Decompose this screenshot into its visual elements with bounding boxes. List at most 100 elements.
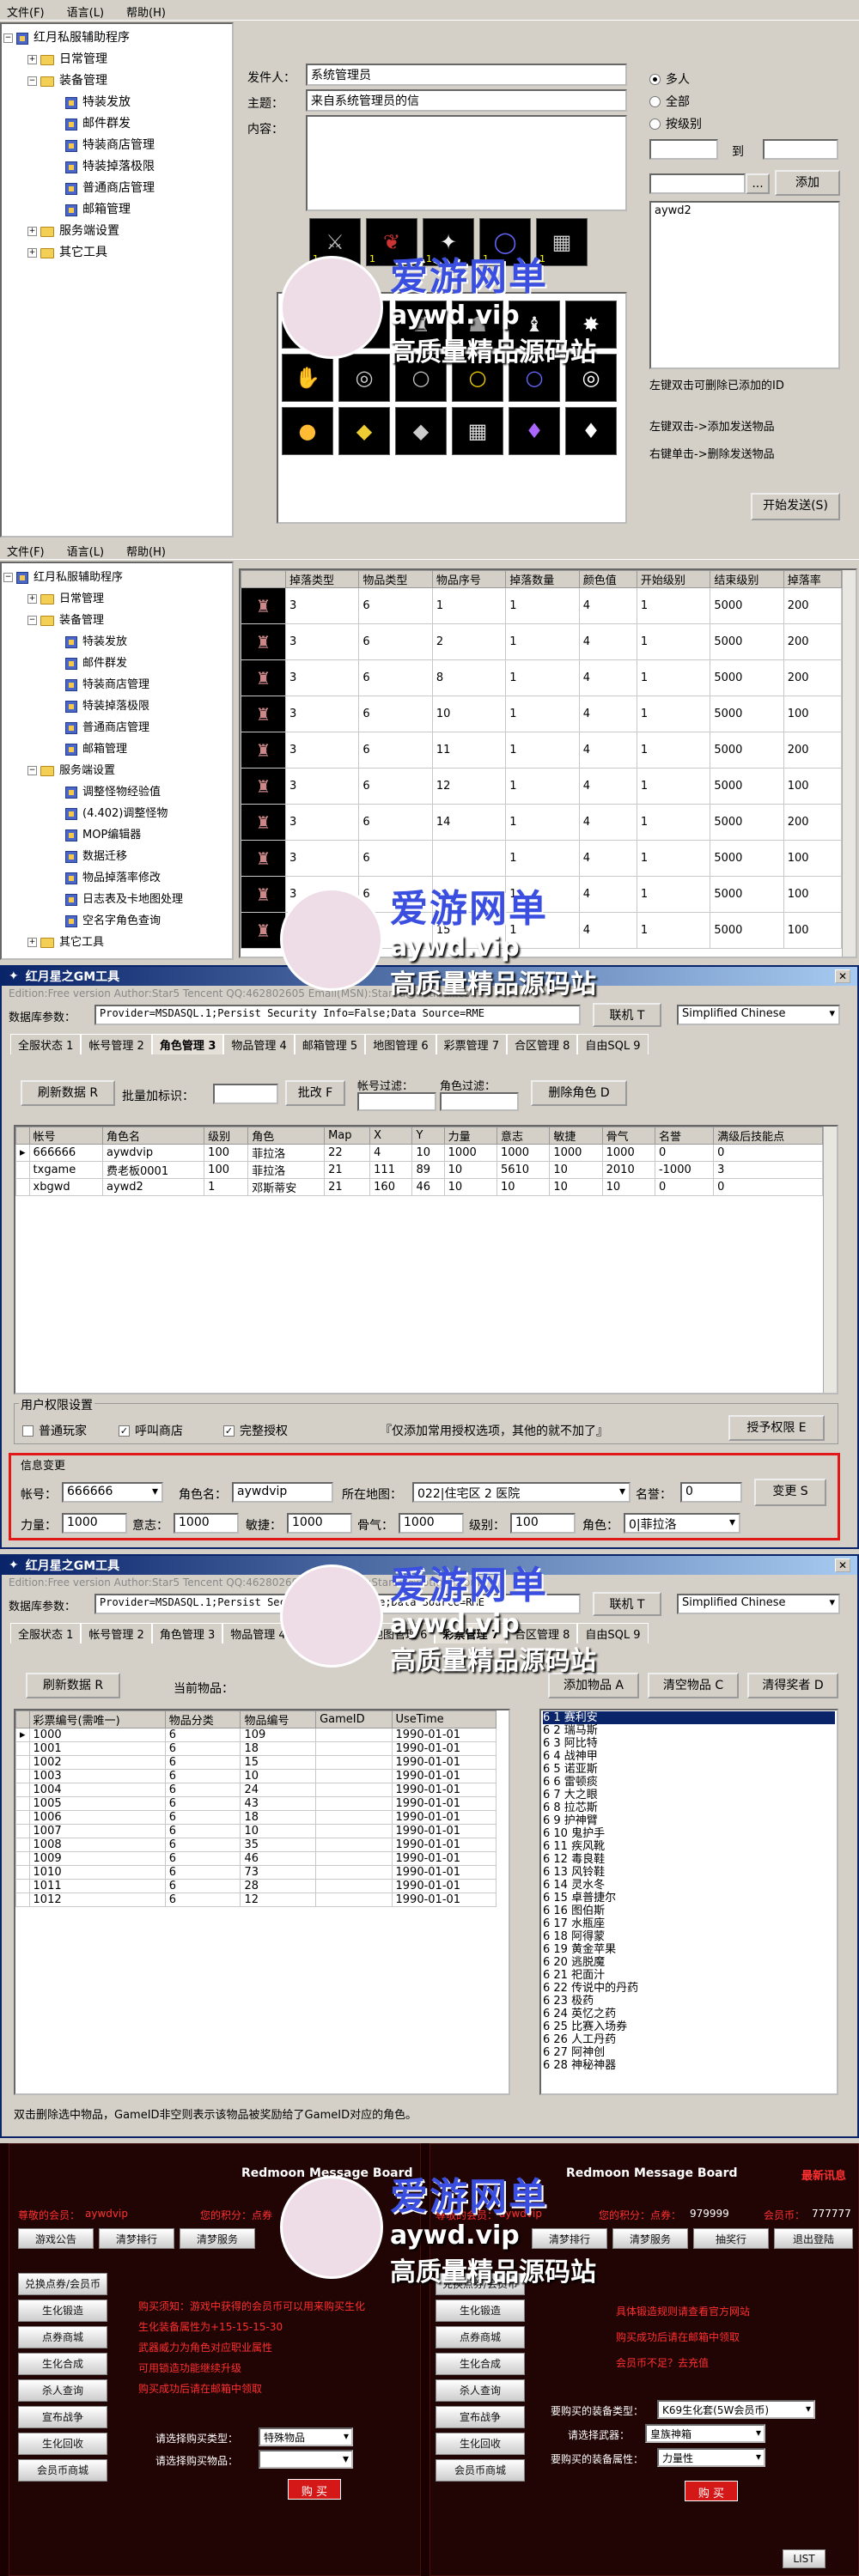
nav-ranking[interactable]: 清梦排行 [99,2228,174,2249]
slot-1[interactable]: ⚔ 1 [309,218,361,266]
slot-3[interactable]: ✦ 1 [423,218,474,266]
column-header[interactable]: 角色名 [102,1127,205,1145]
side-menu-item[interactable]: 兑换点券/会员币 [436,2273,525,2295]
attr-select[interactable]: 力量性 ▾ [657,2448,765,2467]
column-header[interactable]: 掉落率 [783,570,843,588]
drop-grid[interactable]: 掉落类型 物品类型 物品序号 掉落数量 颜色值 开始级别 结束级别 掉落率 ♜ 3 6 1 1 4 1 50… [239,568,857,958]
tree-item[interactable]: 普通商店管理 [3,178,230,199]
tree-item[interactable]: 特装发放 [3,631,230,653]
list-item[interactable]: 6 4 战神甲 [543,1750,835,1763]
palette-item[interactable]: ◎ [565,354,617,402]
table-row[interactable]: 1009 6 46 1990-01-01 [15,1851,497,1866]
palette-item[interactable]: ○ [395,354,447,402]
close-icon[interactable]: ✕ [835,1558,850,1572]
side-menu-item[interactable]: 生化回收 [18,2433,107,2455]
will-field[interactable]: 1000 [174,1513,239,1534]
radio-level[interactable]: 按级别 [649,115,702,132]
tab-merge[interactable]: 合区管理 8 [507,1623,578,1643]
tree-item[interactable]: 普通商店管理 [3,717,230,738]
tree-item[interactable]: 邮件群发 [3,653,230,674]
side-menu-item[interactable]: 兑换点券/会员币 [18,2273,107,2295]
tree-item[interactable]: 特装商店管理 [3,674,230,696]
close-icon[interactable]: ✕ [835,969,850,983]
table-row[interactable]: xbgwd aywd2 1 邓斯蒂安 21 160 46 10 10 10 10 0 0 [15,1178,823,1196]
tree-item[interactable]: − 装备管理 [3,610,230,631]
column-header[interactable]: 物品类型 [358,570,433,588]
list-item[interactable]: 6 2 瑞马斯 [543,1724,835,1737]
palette-item[interactable]: ○ [452,354,503,402]
table-row[interactable]: 1010 6 73 1990-01-01 [15,1865,497,1880]
menu-file[interactable]: 文件(F) [7,543,45,559]
perm-normal[interactable]: 普通玩家 [22,1422,87,1439]
side-menu-item[interactable]: 杀人查询 [436,2379,525,2402]
filter-role-field[interactable] [440,1092,519,1111]
menu-help[interactable]: 帮助(H) [126,543,166,559]
side-menu-item[interactable]: 杀人查询 [18,2379,107,2402]
palette-item[interactable]: ♜ [282,301,333,349]
vertical-scrollbar[interactable] [842,570,856,957]
tree-item[interactable]: − 服务端设置 [3,760,230,781]
perm-full[interactable]: ✓ 完整授权 [223,1422,288,1439]
palette-item[interactable]: ☗ [452,301,503,349]
clear-winners-button[interactable]: 清得奖者 D [747,1673,838,1698]
level-to[interactable] [763,139,838,160]
expand-icon[interactable]: + [27,227,37,236]
nav-notice[interactable]: 游戏公告 [18,2228,94,2249]
column-header[interactable]: 物品序号 [431,570,507,588]
sender-field[interactable]: 系统管理员 [306,64,627,86]
table-row[interactable]: ▸ 666666 aywdvip 100 菲拉洛 22 4 10 1000 1000 1000 100… [15,1144,823,1162]
nav-ranking[interactable]: 清梦排行 [532,2228,607,2249]
refresh-button[interactable]: 刷新数据 R [21,1080,115,1106]
browse-button[interactable]: ... [746,173,770,194]
palette-item[interactable]: ✋ [282,354,333,402]
tree-item[interactable]: 特装发放 [3,92,230,113]
tab-map[interactable]: 地图管理 6 [364,1623,436,1643]
perm-call-shop[interactable]: ✓ 呼叫商店 [119,1422,183,1439]
tab-sql[interactable]: 自由SQL 9 [577,1034,649,1054]
column-header[interactable]: 名誉 [654,1127,715,1145]
list-item[interactable]: 6 20 逃脱魔 [543,1956,835,1969]
nav-lottery[interactable]: 抽奖行 [693,2228,769,2249]
tree-item[interactable]: + 其它工具 [3,932,230,953]
list-item[interactable]: 6 7 大之眼 [543,1789,835,1801]
tab-sql[interactable]: 自由SQL 9 [577,1623,649,1643]
subject-field[interactable]: 来自系统管理员的信 [306,89,627,112]
slot-5[interactable]: ▦ 1 [536,218,588,266]
column-header[interactable]: 物品分类 [164,1710,241,1728]
tab-map[interactable]: 地图管理 6 [365,1034,436,1054]
menu-language[interactable]: 语言(L) [67,543,104,559]
column-header[interactable]: 彩票编号(需唯一) [28,1710,166,1728]
table-row[interactable]: 1012 6 12 1990-01-01 [15,1893,497,1907]
tab-merge[interactable]: 合区管理 8 [507,1034,578,1054]
tree-item[interactable]: 物品掉落率修改 [3,867,230,889]
list-item[interactable]: 6 17 水瓶座 [543,1917,835,1930]
refresh-button[interactable]: 刷新数据 R [26,1673,120,1698]
tree-item[interactable]: + 其它工具 [3,242,230,264]
column-header[interactable]: Map [324,1127,371,1145]
tree-item[interactable]: − 装备管理 [3,70,230,92]
add-button[interactable]: 添加 [775,170,840,196]
palette-item[interactable]: ♜ [395,301,447,349]
tab-account[interactable]: 帐号管理 2 [81,1034,152,1054]
tree-item[interactable]: 邮件群发 [3,113,230,135]
collapse-icon[interactable]: − [27,76,37,86]
side-menu-item[interactable]: 会员币商城 [18,2459,107,2482]
table-row[interactable]: ♜ 3 6 10 1 4 1 5000 100 [241,696,843,732]
radio-all[interactable]: 全部 [649,93,690,110]
tree-root[interactable]: − 红月私服辅助程序 [3,567,230,588]
palette-item[interactable]: ○ [509,354,560,402]
level-from[interactable] [649,139,718,160]
weapon-select[interactable]: 皇族神箱 ▾ [645,2424,765,2443]
table-row[interactable]: 1002 6 15 1990-01-01 [15,1755,497,1770]
table-row[interactable]: 1001 6 18 1990-01-01 [15,1741,497,1756]
column-header[interactable]: 力量 [443,1127,497,1145]
table-row[interactable]: ♜ 3 6 12 1 4 1 5000 100 [241,768,843,805]
table-row[interactable]: ▸ 1000 6 109 1990-01-01 [15,1728,497,1742]
side-menu-item[interactable]: 点券商城 [436,2326,525,2348]
language-select[interactable]: Simplified Chinese ▾ [677,1594,840,1614]
connect-button[interactable]: 联机 T [593,1003,661,1027]
role-name-field[interactable]: aywdvip [232,1482,333,1503]
list-item[interactable]: 6 12 毒良鞋 [543,1853,835,1866]
tab-role[interactable]: 角色管理 3 [151,1034,224,1054]
menu-language[interactable]: 语言(L) [67,3,104,20]
